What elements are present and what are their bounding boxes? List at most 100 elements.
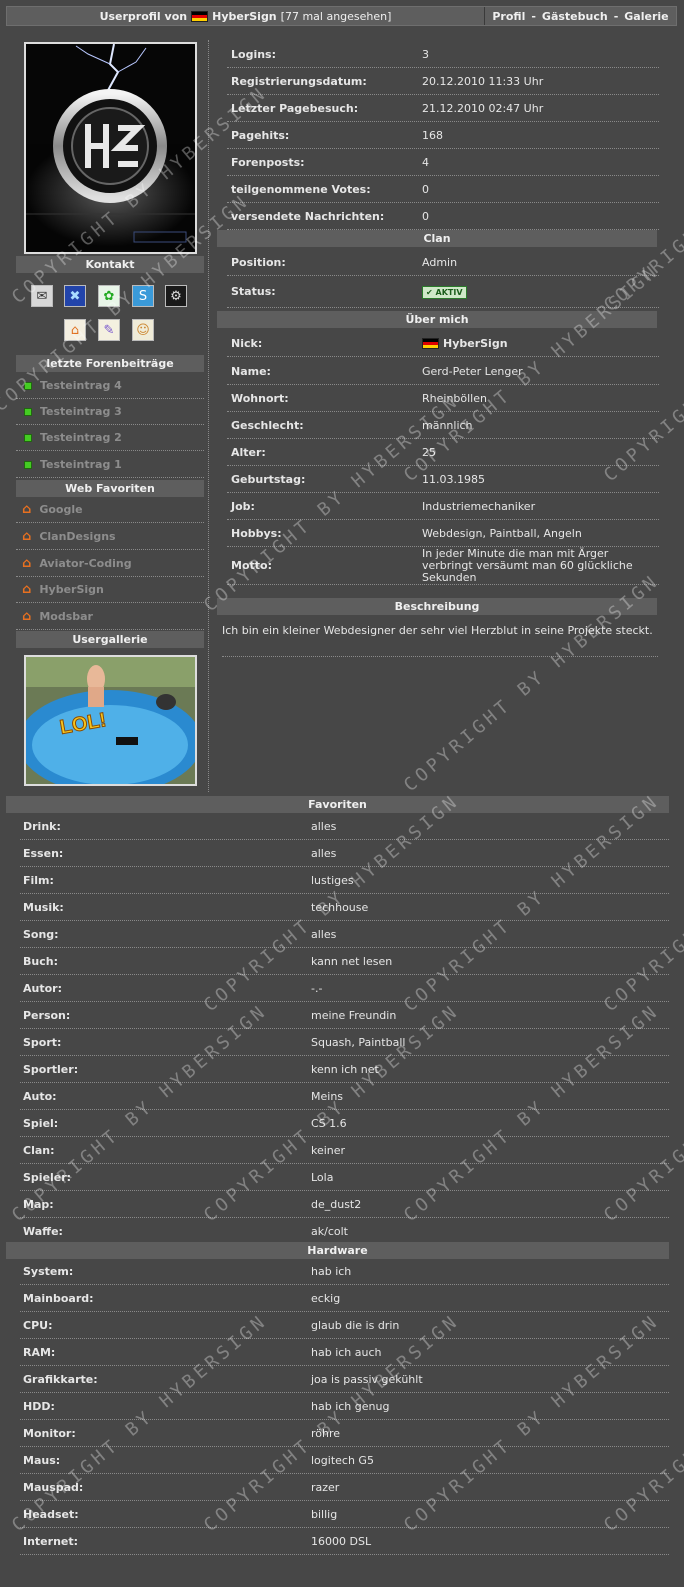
row-label: Person: — [23, 1008, 71, 1022]
row-value: 11.03.1985 — [422, 472, 485, 486]
row-value: kenn ich net — [311, 1062, 379, 1076]
info-row: Geschlecht: männlich — [227, 412, 659, 439]
contact-section-title: Kontakt — [16, 256, 204, 273]
info-row: Alter: 25 — [227, 439, 659, 466]
row-value: lustiges — [311, 873, 354, 887]
german-flag-icon — [422, 337, 439, 349]
forum-posts-section-title: letzte Forenbeiträge — [16, 355, 204, 372]
info-row: Logins: 3 — [227, 41, 659, 68]
info-row: Spieler: Lola — [20, 1164, 669, 1191]
web-favorite-item[interactable]: ⌂ HyberSign — [16, 577, 204, 603]
row-label: Spiel: — [23, 1116, 59, 1130]
info-row: Film: lustiges — [20, 867, 669, 894]
row-label: Sport: — [23, 1035, 62, 1049]
info-row: Mainboard: eckig — [20, 1285, 669, 1312]
info-row: Hobbys: Webdesign, Paintball, Angeln — [227, 520, 659, 547]
info-row: Registrierungsdatum: 20.12.2010 11:33 Uhr — [227, 68, 659, 95]
web-favorite-link[interactable]: Aviator-Coding — [39, 557, 131, 570]
about-nick-row: Nick: HyberSign — [227, 330, 659, 357]
forum-post-link[interactable]: Testeintrag 1 — [40, 458, 122, 471]
info-row: Clan: keiner — [20, 1137, 669, 1164]
info-row: Job: Industriemechaniker — [227, 493, 659, 520]
nav-profil-link[interactable]: Profil — [492, 10, 525, 23]
info-row: Buch: kann net lesen — [20, 948, 669, 975]
row-label: Job: — [231, 499, 255, 513]
profile-header: Userprofil von HyberSign [77 mal angeseh… — [6, 6, 677, 26]
hybersign-logo-icon — [26, 44, 195, 252]
row-label: Essen: — [23, 846, 64, 860]
row-value: Rheinböllen — [422, 391, 487, 405]
icq-icon[interactable]: ✿ — [98, 285, 120, 307]
web-favorite-link[interactable]: ClanDesigns — [39, 530, 115, 543]
row-value: röhre — [311, 1426, 341, 1440]
forum-post-item[interactable]: Testeintrag 1 — [16, 452, 204, 478]
info-row: Auto: Meins — [20, 1083, 669, 1110]
row-value: logitech G5 — [311, 1453, 374, 1467]
row-value: kann net lesen — [311, 954, 393, 968]
homepage-icon[interactable]: ⌂ — [64, 319, 86, 341]
description-section-title: Beschreibung — [217, 598, 657, 615]
row-value: alles — [311, 819, 337, 833]
row-value: alles — [311, 927, 337, 941]
row-label: Status: — [231, 285, 276, 298]
row-value: männlich — [422, 418, 473, 432]
bullet-icon — [24, 407, 32, 416]
web-favorite-item[interactable]: ⌂ ClanDesigns — [16, 524, 204, 550]
forum-post-item[interactable]: Testeintrag 2 — [16, 425, 204, 451]
gallery-thumbnail[interactable]: LOL! — [24, 655, 197, 786]
row-value: 0 — [422, 182, 429, 196]
mail-icon[interactable]: ✉ — [31, 285, 53, 307]
info-row: Person: meine Freundin — [20, 1002, 669, 1029]
row-value: 16000 DSL — [311, 1534, 372, 1548]
row-value: de_dust2 — [311, 1197, 362, 1211]
info-row: Sportler: kenn ich net — [20, 1056, 669, 1083]
skype-icon[interactable]: S — [132, 285, 154, 307]
info-row: Maus: logitech G5 — [20, 1447, 669, 1474]
info-row: Essen: alles — [20, 840, 669, 867]
profile-nav: Profil - Gästebuch - Galerie — [484, 7, 676, 25]
info-row: Song: alles — [20, 921, 669, 948]
row-value: alles — [311, 846, 337, 860]
add-buddy-icon[interactable]: ☺ — [132, 319, 154, 341]
nick-value: HyberSign — [443, 336, 508, 350]
info-row: Internet: 16000 DSL — [20, 1528, 669, 1555]
row-value: 168 — [422, 128, 443, 142]
forum-post-link[interactable]: Testeintrag 2 — [40, 431, 122, 444]
steam-icon[interactable]: ⚙ — [165, 285, 187, 307]
info-row: Monitor: röhre — [20, 1420, 669, 1447]
info-row: Forenposts: 4 — [227, 149, 659, 176]
row-label: Drink: — [23, 819, 61, 833]
forum-post-item[interactable]: Testeintrag 3 — [16, 399, 204, 425]
row-label: Geburtstag: — [231, 472, 306, 486]
row-label: Clan: — [23, 1143, 55, 1157]
row-label: Sportler: — [23, 1062, 79, 1076]
info-row: Spiel: CS 1.6 — [20, 1110, 669, 1137]
row-label: Forenposts: — [231, 155, 305, 169]
info-row: Autor: -.- — [20, 975, 669, 1002]
row-label: Name: — [231, 364, 271, 378]
xfire-icon[interactable]: ✖ — [64, 285, 86, 307]
web-favorite-link[interactable]: HyberSign — [39, 583, 104, 596]
forum-post-link[interactable]: Testeintrag 4 — [40, 379, 122, 392]
row-value: hab ich — [311, 1264, 352, 1278]
web-favorite-item[interactable]: ⌂ Modsbar — [16, 604, 204, 630]
info-row: Name: Gerd-Peter Lenger — [227, 358, 659, 385]
row-value: 3 — [422, 47, 429, 61]
info-row: Map: de_dust2 — [20, 1191, 669, 1218]
row-value: -.- — [311, 981, 323, 995]
guestbook-icon[interactable]: ✎ — [98, 319, 120, 341]
house-icon: ⌂ — [22, 609, 32, 624]
web-favorite-item[interactable]: ⌂ Google — [16, 497, 204, 523]
web-favorite-link[interactable]: Modsbar — [39, 610, 93, 623]
row-value: hab ich auch — [311, 1345, 382, 1359]
nav-separator: - — [531, 9, 536, 23]
row-value: Webdesign, Paintball, Angeln — [422, 526, 582, 540]
info-row: Motto: In jeder Minute die man mit Ärger … — [227, 547, 659, 585]
nav-gaestebuch-link[interactable]: Gästebuch — [542, 10, 608, 23]
web-favorite-item[interactable]: ⌂ Aviator-Coding — [16, 551, 204, 577]
nav-galerie-link[interactable]: Galerie — [624, 10, 668, 23]
row-label: Musik: — [23, 900, 64, 914]
forum-post-link[interactable]: Testeintrag 3 — [40, 405, 122, 418]
web-favorite-link[interactable]: Google — [39, 503, 82, 516]
forum-post-item[interactable]: Testeintrag 4 — [16, 373, 204, 399]
